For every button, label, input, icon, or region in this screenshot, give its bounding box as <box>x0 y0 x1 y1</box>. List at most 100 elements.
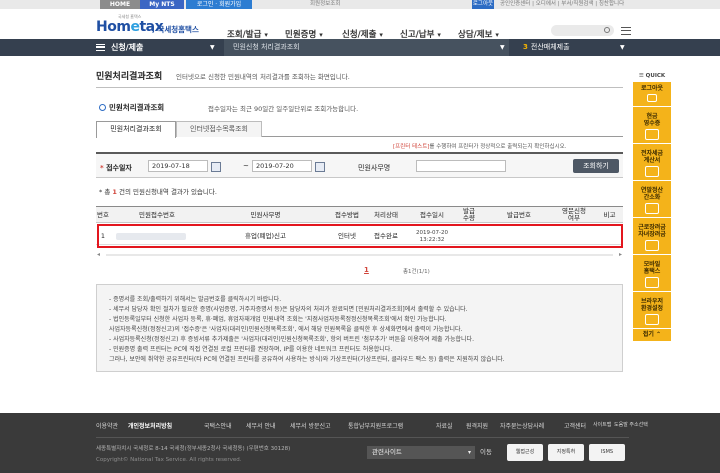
col-header-method: 접수방법 <box>335 211 359 219</box>
quick-browser-settings[interactable]: 브라우저 환경설정 <box>633 292 671 329</box>
footer-link-terms[interactable]: 이용약관 <box>96 421 118 430</box>
quick-menu: ☰ QUICK 로그아웃 현금 영수증 전자세금 계산서 연말정산 간소화 근로… <box>633 70 671 341</box>
heart-icon <box>645 240 659 251</box>
search-form: * 접수일자 2019-07-18 ~ 2019-07-20 민원사무명 조회하… <box>96 152 623 178</box>
document-icon <box>645 203 659 214</box>
search-icon[interactable] <box>604 27 610 33</box>
guidance-line: - 사업자등록신청(정정신고) 후 증빙서류 추가제출은 '사업자(대리인)민원… <box>109 336 474 343</box>
date-to-input[interactable]: 2019-07-20 <box>252 160 312 172</box>
result-count: * 총 1 건의 민원신청내역 결과가 있습니다. <box>99 188 217 196</box>
guidance-line: - 증명서를 조회/출력하기 위해서는 발급번호를 클릭하시기 바랍니다. <box>109 296 282 303</box>
section-description: 접수일자는 최근 90일간 일주일단위로 조회가능합니다. <box>208 105 359 113</box>
go-button[interactable]: 이동 <box>480 446 492 459</box>
footer-link-remote[interactable]: 원격지원 <box>466 421 488 430</box>
guidance-box: - 증명서를 조회/출력하기 위해서는 발급번호를 클릭하시기 바랍니다. - … <box>96 284 623 372</box>
scroll-right-icon[interactable]: ▸ <box>619 251 622 258</box>
civil-name-input[interactable] <box>416 160 506 172</box>
col-header-receipt-no: 민원접수번호 <box>139 211 175 219</box>
footer-link-privacy[interactable]: 개인정보처리방침 <box>128 421 172 430</box>
guidance-line: - 법인등록일부터 신청한 사업자 등록, 휴·폐업, 휴업자재개업 민원내역 … <box>109 316 447 323</box>
col-header-issue-qty: 발급 수량 <box>463 207 475 222</box>
col-header-no: 번호 <box>97 211 109 219</box>
receipt-icon <box>645 129 659 140</box>
breadcrumb-dropdown-icon[interactable]: ▼ <box>620 39 625 56</box>
breadcrumb-dropdown-icon[interactable]: ▼ <box>210 39 215 56</box>
chevron-down-icon: ▾ <box>467 449 471 456</box>
breadcrumb-result-inquiry[interactable]: 민원신청 처리결과조회 <box>224 39 509 56</box>
page-number-current[interactable]: 1 <box>364 266 369 274</box>
footer-link-program[interactable]: 통합납부지원프로그램 <box>348 421 403 430</box>
receipt-date-label: * 접수일자 <box>100 164 132 172</box>
scroll-left-icon[interactable]: ◂ <box>97 251 100 258</box>
quick-e-tax-invoice[interactable]: 전자세금 계산서 <box>633 144 671 181</box>
quick-incentive[interactable]: 근로장려금 자녀장려금 <box>633 218 671 255</box>
breadcrumb-dropdown-icon[interactable]: ▼ <box>500 39 505 56</box>
breadcrumb-apply[interactable]: 신청/제출 <box>96 39 218 56</box>
certification-badge: ISMS <box>589 444 625 461</box>
footer-copyright: Copyright© National Tax Service. All rig… <box>96 457 242 463</box>
printer-test-link[interactable]: [프린터 테스트] <box>393 144 429 150</box>
page-title: 민원처리결과조회 <box>96 72 163 82</box>
horizontal-scrollbar[interactable]: ◂ ▸ <box>96 251 623 258</box>
my-nts-tab[interactable]: My NTS <box>140 0 184 9</box>
footer-link-help[interactable]: 도움말 주소선택 <box>614 421 648 428</box>
quick-cash-receipt[interactable]: 현금 영수증 <box>633 107 671 144</box>
quick-year-end-settlement[interactable]: 연말정산 간소화 <box>633 181 671 218</box>
printer-test-notice: [프린터 테스트]를 수행하여 프린터가 정상적으로 출력되는지 확인하십시오. <box>393 144 567 150</box>
all-menu-icon[interactable] <box>621 27 631 35</box>
hamburger-icon[interactable] <box>96 44 105 51</box>
logo-subtitle: , 국세청홈택스 <box>152 25 199 34</box>
search-button[interactable]: 조회하기 <box>573 159 619 173</box>
scroll-track[interactable] <box>106 254 613 256</box>
title-divider <box>96 87 623 88</box>
date-range-separator: ~ <box>243 162 249 170</box>
footer-divider <box>96 437 629 438</box>
footer-link-archive[interactable]: 자료실 <box>436 421 453 430</box>
logout-button[interactable]: 로그아웃 <box>472 0 494 9</box>
member-info-link[interactable]: 회원정보조회 <box>310 0 340 9</box>
col-header-receipt-date: 접수일시 <box>420 211 444 219</box>
footer-link-customer-center[interactable]: 고객센터 <box>564 421 586 430</box>
calendar-icon[interactable] <box>210 160 221 172</box>
page-description: 인터넷으로 신청한 민원내역의 처리결과를 조회하는 화면입니다. <box>176 73 350 81</box>
tab-bar: 민원처리결과조회 인터넷접수목록조회 <box>96 121 623 138</box>
footer-link-hometax-guide[interactable]: 국택스안내 <box>204 421 232 430</box>
lock-icon <box>647 94 657 102</box>
footer-link-faq[interactable]: 자주묻는상담사례 <box>500 421 544 430</box>
quick-logout[interactable]: 로그아웃 <box>633 82 671 107</box>
certification-badge: 지정특허 <box>548 444 584 461</box>
footer-links: 이용약관 개인정보처리방침 국택스안내 세무서 안내 세무서 방문신고 통합납부… <box>96 421 648 433</box>
home-tab[interactable]: HOME <box>100 0 140 9</box>
site-header: 국세청 홈택스 Hometax , 국세청홈택스 조회/발급 ▾ 민원증명 ▾ … <box>0 9 720 40</box>
col-header-issue-no: 발급번호 <box>507 211 531 219</box>
login-link[interactable]: 로그인 · 회원가입 <box>186 0 252 9</box>
tab-result-inquiry[interactable]: 민원처리결과조회 <box>96 121 176 138</box>
quick-fold-button[interactable]: 접기 ⌃ <box>633 329 671 341</box>
certification-badge: 웹접근성 <box>507 444 543 461</box>
footer-link-visit[interactable]: 세무서 방문신고 <box>290 421 331 430</box>
site-search-input[interactable] <box>551 25 614 36</box>
quick-mobile-hometax[interactable]: 모바일 홈택스 <box>633 255 671 292</box>
footer-link-sitemap[interactable]: 사이트맵 <box>593 421 611 428</box>
calendar-icon[interactable] <box>314 160 325 172</box>
invoice-icon <box>645 166 659 177</box>
related-sites-select[interactable]: 관련사이트 ▾ <box>367 446 475 459</box>
col-header-english: 영문신청 여부 <box>562 207 586 222</box>
date-from-input[interactable]: 2019-07-18 <box>148 160 208 172</box>
top-utility-links[interactable]: 공인인증센터 | 오디에서 | 부서/직원검색 | 칭찬합니다 <box>500 0 624 9</box>
top-utility-bar: HOME My NTS 로그인 · 회원가입 회원정보조회 로그아웃 공인인증센… <box>0 0 720 9</box>
tab-internet-receipt-list[interactable]: 인터넷접수목록조회 <box>176 121 262 137</box>
col-header-status: 처리상태 <box>374 211 398 219</box>
table-header: 번호 민원접수번호 민원사무명 접수방법 처리상태 접수일시 발급 수량 발급번… <box>96 206 623 223</box>
footer-address: 세종특별자치시 국세청로 8-14 국세청(정부세종2청사 국세청동) (우편번… <box>96 446 291 452</box>
breadcrumb-media-submit[interactable]: 3 전산매체제출 <box>512 39 629 56</box>
breadcrumb: 신청/제출 ▼ 민원신청 처리결과조회 ▼ 3 전산매체제출 ▼ <box>0 39 720 56</box>
site-footer: 이용약관 개인정보처리방침 국택스안내 세무서 안내 세무서 방문신고 통합납부… <box>0 413 720 473</box>
guidance-line: - 민원증명 출력 프린터는 PC에 직접 연결된 로컬 프린터를 권장하며, … <box>109 346 393 353</box>
gear-icon <box>645 314 659 325</box>
footer-link-office-guide[interactable]: 세무서 안내 <box>246 421 276 430</box>
guidance-line: 사업자등록신청(정정신고)의 '접수증'은 '사업자(대리인)민원신청목록조회'… <box>109 326 463 333</box>
row-highlight-box <box>97 224 623 248</box>
section-title: 민원처리결과조회 <box>99 102 164 113</box>
quick-menu-header: ☰ QUICK <box>638 73 666 79</box>
